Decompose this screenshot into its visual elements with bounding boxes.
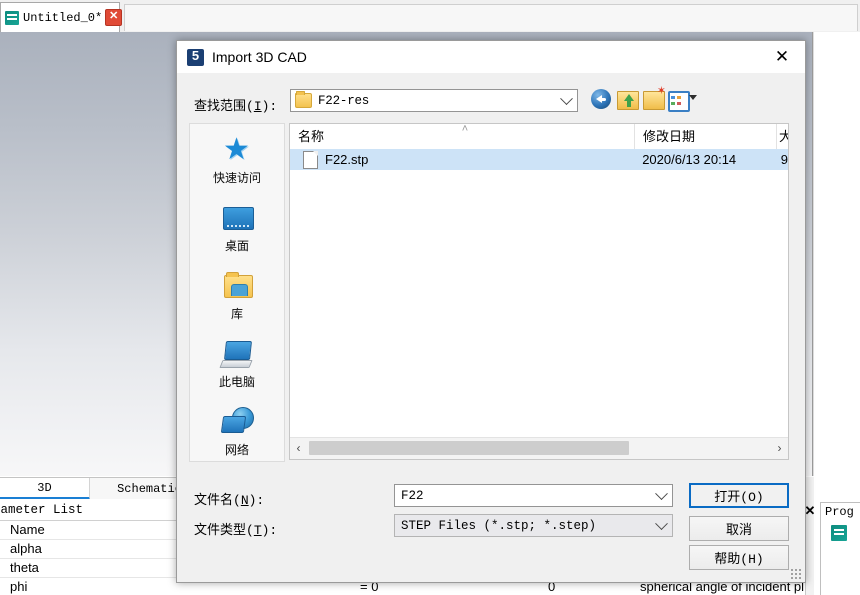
tab-schematic-label: Schematic bbox=[117, 482, 182, 496]
place-item-label: 库 bbox=[230, 307, 243, 321]
folder-icon bbox=[295, 91, 312, 108]
file-type-select[interactable]: STEP Files (*.stp; *.step) bbox=[394, 514, 673, 537]
new-folder-icon bbox=[643, 86, 666, 110]
look-in-label-suffix: ): bbox=[261, 99, 278, 114]
scrollbar-thumb[interactable] bbox=[309, 441, 629, 455]
column-header-date-modified[interactable]: 修改日期 bbox=[635, 124, 777, 149]
file-type-label-prefix: 文件类型( bbox=[194, 523, 254, 538]
new-folder-button[interactable] bbox=[641, 86, 666, 111]
back-arrow-icon bbox=[591, 89, 611, 109]
file-list-rows: F22.stp 2020/6/13 20:14 9 bbox=[290, 149, 788, 434]
place-item-this-pc[interactable]: 此电脑 bbox=[190, 332, 284, 398]
file-name-input[interactable]: F22 bbox=[394, 484, 673, 507]
resize-grip[interactable] bbox=[790, 568, 802, 580]
dialog-title-bar[interactable]: Import 3D CAD ✕ bbox=[177, 41, 805, 73]
dialog-title: Import 3D CAD bbox=[212, 49, 307, 65]
file-name-value: F22 bbox=[401, 488, 424, 503]
look-in-label-key: I bbox=[253, 99, 262, 114]
place-item-label: 此电脑 bbox=[218, 375, 255, 389]
app-tab-bar: Untitled_0* ✕ bbox=[0, 0, 860, 33]
sort-ascending-icon: ˄ bbox=[461, 123, 469, 135]
parameter-name: phi bbox=[10, 579, 28, 594]
tab-3d-label: 3D bbox=[37, 480, 52, 495]
file-size-cell: 9 bbox=[780, 152, 788, 167]
dialog-body: 查找范围(I): F22-res ✶ ★ 快速访问 桌面 库 此电脑 网络 名称… bbox=[177, 73, 805, 582]
cancel-button-label: 取消 bbox=[725, 523, 752, 538]
library-folder-icon bbox=[220, 270, 254, 302]
chevron-down-icon[interactable] bbox=[654, 486, 668, 503]
list-item[interactable]: F22.stp 2020/6/13 20:14 9 bbox=[290, 149, 788, 170]
back-button[interactable] bbox=[589, 87, 613, 111]
place-item-desktop[interactable]: 桌面 bbox=[190, 196, 284, 262]
desktop-icon bbox=[220, 202, 254, 234]
parameter-list-title-label: Parameter List bbox=[0, 502, 84, 517]
chevron-down-icon[interactable] bbox=[559, 91, 573, 108]
chevron-down-icon[interactable] bbox=[654, 516, 668, 533]
cancel-button[interactable]: 取消 bbox=[689, 516, 789, 541]
file-date-cell: 2020/6/13 20:14 bbox=[642, 152, 737, 167]
look-in-label: 查找范围(I): bbox=[194, 95, 277, 114]
close-icon[interactable]: ✕ bbox=[759, 41, 805, 73]
up-one-level-button[interactable] bbox=[615, 87, 639, 111]
star-icon: ★ bbox=[223, 133, 250, 166]
parameter-name: alpha bbox=[10, 541, 42, 556]
look-in-combobox[interactable]: F22-res bbox=[290, 89, 578, 112]
chevron-down-icon[interactable] bbox=[689, 95, 697, 100]
horizontal-scrollbar[interactable]: ‹ › bbox=[290, 437, 788, 459]
file-type-value: STEP Files (*.stp; *.step) bbox=[401, 518, 597, 533]
progress-panel-title: Prog bbox=[825, 505, 854, 519]
scroll-right-icon[interactable]: › bbox=[771, 438, 788, 458]
this-pc-icon bbox=[219, 338, 254, 370]
panel-divider bbox=[805, 477, 814, 595]
help-button-label: 帮助(H) bbox=[714, 552, 764, 567]
scroll-left-icon[interactable]: ‹ bbox=[290, 438, 307, 458]
file-list-header: 名称 ˄ 修改日期 大 bbox=[290, 124, 788, 150]
place-item-library[interactable]: 库 bbox=[190, 264, 284, 330]
app-logo-icon bbox=[5, 10, 19, 25]
open-button[interactable]: 打开(O) bbox=[689, 483, 789, 508]
place-item-label: 桌面 bbox=[224, 239, 249, 253]
places-bar: ★ 快速访问 桌面 库 此电脑 网络 bbox=[189, 123, 285, 462]
network-icon bbox=[220, 406, 254, 438]
column-header-name: Name bbox=[10, 522, 45, 537]
tab-3d[interactable]: 3D bbox=[0, 478, 90, 500]
file-type-label: 文件类型(T): bbox=[194, 519, 277, 538]
file-name-label: 文件名(N): bbox=[194, 489, 264, 508]
file-name-label-prefix: 文件名( bbox=[194, 493, 241, 508]
open-button-label: 打开(O) bbox=[714, 490, 764, 505]
file-list[interactable]: 名称 ˄ 修改日期 大 F22.stp 2020/6/13 20:14 9 ‹ bbox=[289, 123, 789, 460]
file-name-cell: F22.stp bbox=[325, 152, 369, 167]
help-button[interactable]: 帮助(H) bbox=[689, 545, 789, 570]
place-item-network[interactable]: 网络 bbox=[190, 400, 284, 466]
document-tab-untitled[interactable]: Untitled_0* ✕ bbox=[0, 2, 123, 32]
look-in-label-prefix: 查找范围( bbox=[194, 99, 254, 114]
views-grid-icon bbox=[668, 91, 690, 112]
import-3d-cad-dialog: Import 3D CAD ✕ 查找范围(I): F22-res bbox=[176, 40, 806, 583]
app-tab-strip-empty bbox=[124, 4, 858, 31]
file-type-label-key: T bbox=[253, 523, 262, 538]
file-name-label-key: N bbox=[240, 493, 249, 508]
close-icon[interactable]: ✕ bbox=[105, 9, 123, 26]
app-logo-icon bbox=[187, 48, 204, 66]
up-folder-icon bbox=[617, 91, 639, 110]
document-tab-label: Untitled_0* bbox=[23, 10, 103, 25]
place-item-label: 快速访问 bbox=[212, 171, 261, 185]
place-item-quick-access[interactable]: ★ 快速访问 bbox=[190, 128, 284, 194]
screen-root: Untitled_0* ✕ 3D Schematic Parameter Lis… bbox=[0, 0, 860, 595]
file-name-label-suffix: ): bbox=[248, 493, 265, 508]
file-type-label-suffix: ): bbox=[261, 523, 278, 538]
right-side-pane bbox=[813, 32, 860, 476]
look-in-value: F22-res bbox=[318, 93, 370, 108]
file-icon bbox=[303, 150, 318, 169]
progress-panel: Prog bbox=[820, 502, 860, 595]
views-button[interactable] bbox=[667, 87, 697, 112]
place-item-label: 网络 bbox=[224, 443, 249, 457]
parameter-name: theta bbox=[10, 560, 39, 575]
app-logo-icon bbox=[831, 525, 847, 541]
column-header-size[interactable]: 大 bbox=[777, 124, 788, 149]
